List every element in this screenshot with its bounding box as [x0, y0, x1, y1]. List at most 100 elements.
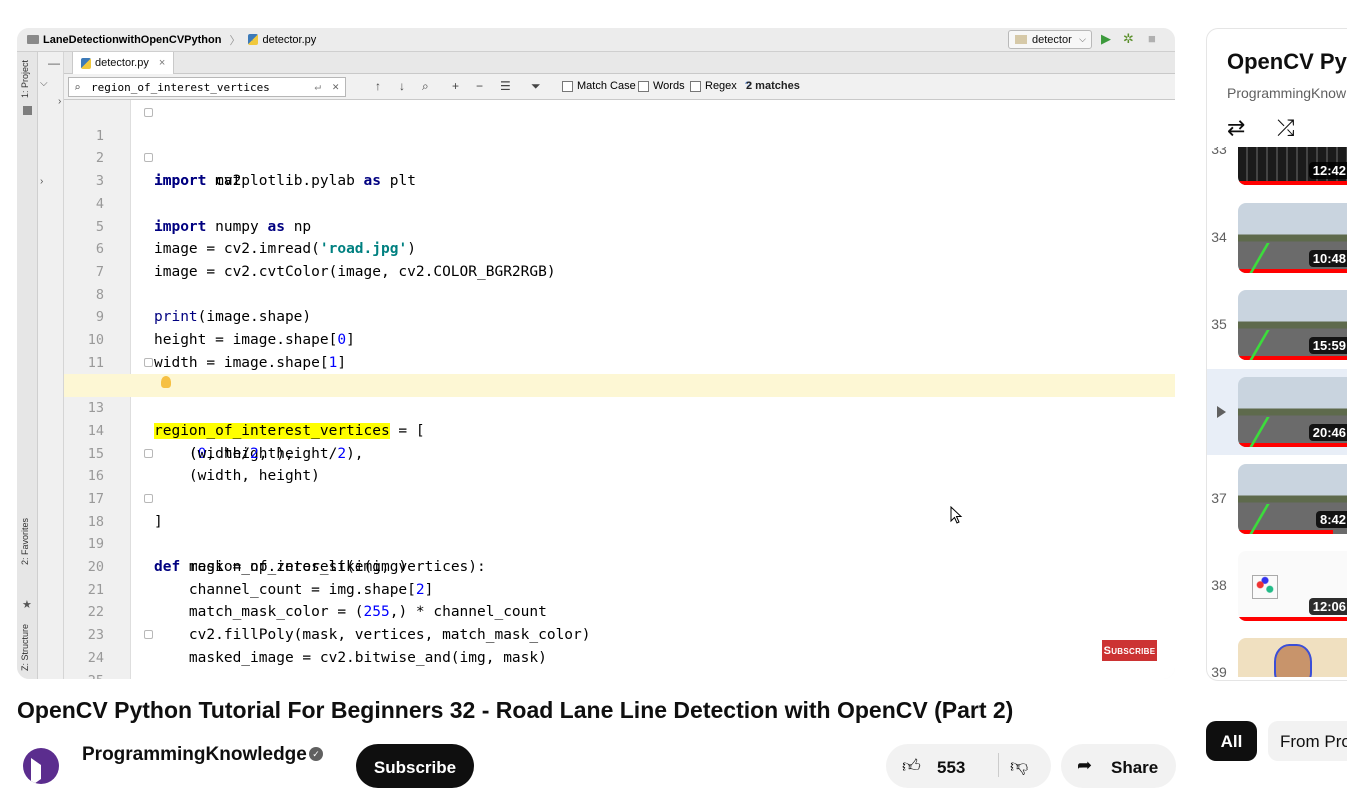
code-line: 2 import cv2 — [64, 125, 1175, 189]
code-line: 1 import matplotlib.pylab as plt — [64, 102, 1175, 189]
fold-marker-icon[interactable] — [144, 630, 153, 640]
chevron-down-icon: ⌵ — [1079, 34, 1086, 44]
fold-marker-icon[interactable] — [144, 357, 153, 367]
chip-from-channel[interactable]: From Pro — [1268, 721, 1347, 761]
playlist-item-thumbnail — [1238, 638, 1347, 677]
code-line: 18 def region_of_interest(img, vertices)… — [64, 488, 1175, 575]
verified-badge-icon: ✓ — [309, 747, 323, 761]
duration-badge: 20:46 — [1308, 424, 1347, 441]
editor-tab-strip: detector.py × — [64, 52, 1175, 74]
playlist-item-index: 34 — [1211, 229, 1227, 245]
newline-icon[interactable]: ↵ — [314, 80, 321, 93]
filter-icon[interactable]: ⏷ — [531, 79, 541, 93]
stop-icon[interactable]: ■ — [1148, 32, 1156, 46]
subscribe-button[interactable]: Subscribe — [356, 744, 474, 788]
words-checkbox[interactable]: Words — [638, 80, 685, 92]
channel-name[interactable]: ProgrammingKnowledge — [82, 744, 307, 766]
chevron-down-icon[interactable]: ⌵ — [40, 78, 48, 89]
tool-window-favorites[interactable]: 2: Favorites — [20, 518, 30, 565]
chevron-right-icon[interactable]: › — [40, 176, 43, 187]
thumbs-up-icon: 👍︎ — [902, 756, 921, 776]
chip-all[interactable]: All — [1206, 721, 1257, 761]
like-button[interactable]: 👍︎ — [902, 755, 921, 777]
checkbox-icon — [562, 80, 573, 92]
playlist-item[interactable]: 37 8:42 — [1207, 456, 1347, 542]
run-configuration-select[interactable]: detector ⌵ — [1008, 30, 1092, 49]
playlist-item[interactable]: 38 12:06 — [1207, 543, 1347, 629]
remove-occurrence-icon[interactable]: − — [476, 79, 483, 93]
code-line-current: 13 (0, height), — [64, 374, 1175, 462]
channel-row: ProgrammingKnowledge ✓ Subscribe 👍︎ 553 … — [17, 741, 1177, 788]
watched-progress-bar — [1238, 443, 1347, 447]
video-player[interactable]: LaneDetectionwithOpenCVPython 〉 detector… — [17, 28, 1175, 679]
arrow-down-icon[interactable]: ↓ — [399, 79, 405, 93]
line-number: 25 — [64, 670, 104, 680]
folder-icon — [27, 35, 39, 44]
code-line: 15 (width, height) — [64, 420, 1175, 485]
playlist-title[interactable]: OpenCV Py — [1227, 49, 1347, 75]
lightbulb-icon[interactable] — [161, 376, 171, 389]
match-case-checkbox[interactable]: Match Case — [562, 80, 636, 92]
code-editor[interactable]: 1 import matplotlib.pylab as plt 2 impor… — [64, 100, 1175, 679]
arrow-up-icon[interactable]: ↑ — [375, 79, 381, 93]
find-in-path-icon[interactable]: ⌕ — [422, 79, 429, 93]
code-line: 21 match_mask_color = (255,) * channel_c… — [64, 556, 1175, 621]
code-line: 4 — [64, 170, 1175, 212]
minimize-icon[interactable]: — — [48, 56, 60, 70]
playlist-item[interactable]: 35 15:59 — [1207, 282, 1347, 368]
tab-label: detector.py — [95, 57, 149, 69]
dislike-button[interactable]: 👎︎ — [1010, 755, 1028, 777]
project-icon — [23, 106, 32, 115]
tool-window-structure[interactable]: Z: Structure — [20, 624, 30, 671]
fold-marker-icon[interactable] — [144, 493, 153, 503]
code-line: 20 channel_count = img.shape[2] — [64, 533, 1175, 598]
playlist-item[interactable]: 39 — [1207, 630, 1347, 677]
breadcrumb-file: detector.py — [262, 33, 317, 46]
shuffle-icon[interactable]: ⤮ — [1277, 115, 1295, 141]
playlist-items: 33 12:42 34 10:48 35 15:59 20:46 37 8:42… — [1207, 147, 1347, 677]
duration-badge: 12:06 — [1308, 598, 1347, 615]
duration-badge: 10:48 — [1308, 250, 1347, 267]
regex-checkbox[interactable]: Regex ? — [690, 80, 751, 92]
run-icon[interactable]: ▶ — [1101, 32, 1111, 46]
playlist-item[interactable]: 33 12:42 — [1207, 147, 1347, 193]
share-icon: ➦ — [1077, 755, 1093, 775]
code-line: 25 — [64, 647, 1175, 680]
playlist-item-thumbnail: 12:42 — [1238, 147, 1347, 185]
chevron-right-icon[interactable]: › — [58, 96, 61, 107]
share-label: Share — [1111, 758, 1159, 777]
select-all-occurrences-icon[interactable]: ☰ — [500, 79, 511, 93]
channel-avatar[interactable] — [23, 748, 59, 784]
playlist-item-index: 33 — [1211, 147, 1227, 157]
close-icon[interactable]: × — [159, 57, 165, 69]
clear-icon[interactable]: ✕ — [332, 80, 339, 93]
like-dislike-group: 👍︎ 553 👎︎ — [886, 744, 1051, 788]
watched-progress-bar — [1238, 269, 1347, 273]
project-panel: — ⌵ › › — [38, 52, 64, 679]
python-file-icon — [81, 57, 91, 69]
code-line: 14 (width/2, height/2), — [64, 397, 1175, 462]
playlist-item-thumbnail: 12:06 — [1238, 551, 1347, 621]
watched-progress-bar — [1238, 530, 1334, 534]
add-occurrence-icon[interactable]: + — [452, 79, 459, 93]
playlist-item-current[interactable]: 20:46 — [1207, 369, 1347, 455]
tool-window-project[interactable]: 1: Project — [20, 60, 30, 98]
tab-detector-py[interactable]: detector.py × — [72, 52, 175, 74]
code-line: 22 cv2.fillPoly(mask, vertices, match_ma… — [64, 579, 1175, 643]
loop-icon[interactable]: ⇄ — [1227, 115, 1245, 141]
python-file-icon — [248, 34, 259, 45]
find-input[interactable]: ⌕ region_of_interest_vertices ↵ ✕ — [68, 77, 346, 97]
duration-badge: 8:42 — [1315, 511, 1347, 528]
playlist-owner[interactable]: ProgrammingKnow — [1227, 85, 1346, 101]
playlist-item[interactable]: 34 10:48 — [1207, 195, 1347, 281]
fold-marker-icon[interactable] — [144, 448, 153, 458]
find-query: region_of_interest_vertices — [91, 80, 270, 94]
chevron-right-icon: 〉 — [229, 34, 241, 47]
code-line: 7 — [64, 238, 1175, 280]
fold-marker-icon[interactable] — [144, 108, 153, 117]
subscribe-watermark[interactable]: Subscribe — [1101, 639, 1158, 662]
share-button[interactable]: ➦ Share — [1061, 744, 1176, 788]
fold-marker-icon[interactable] — [144, 153, 153, 163]
debug-icon[interactable]: ✲ — [1123, 32, 1134, 46]
words-label: Words — [653, 80, 685, 92]
